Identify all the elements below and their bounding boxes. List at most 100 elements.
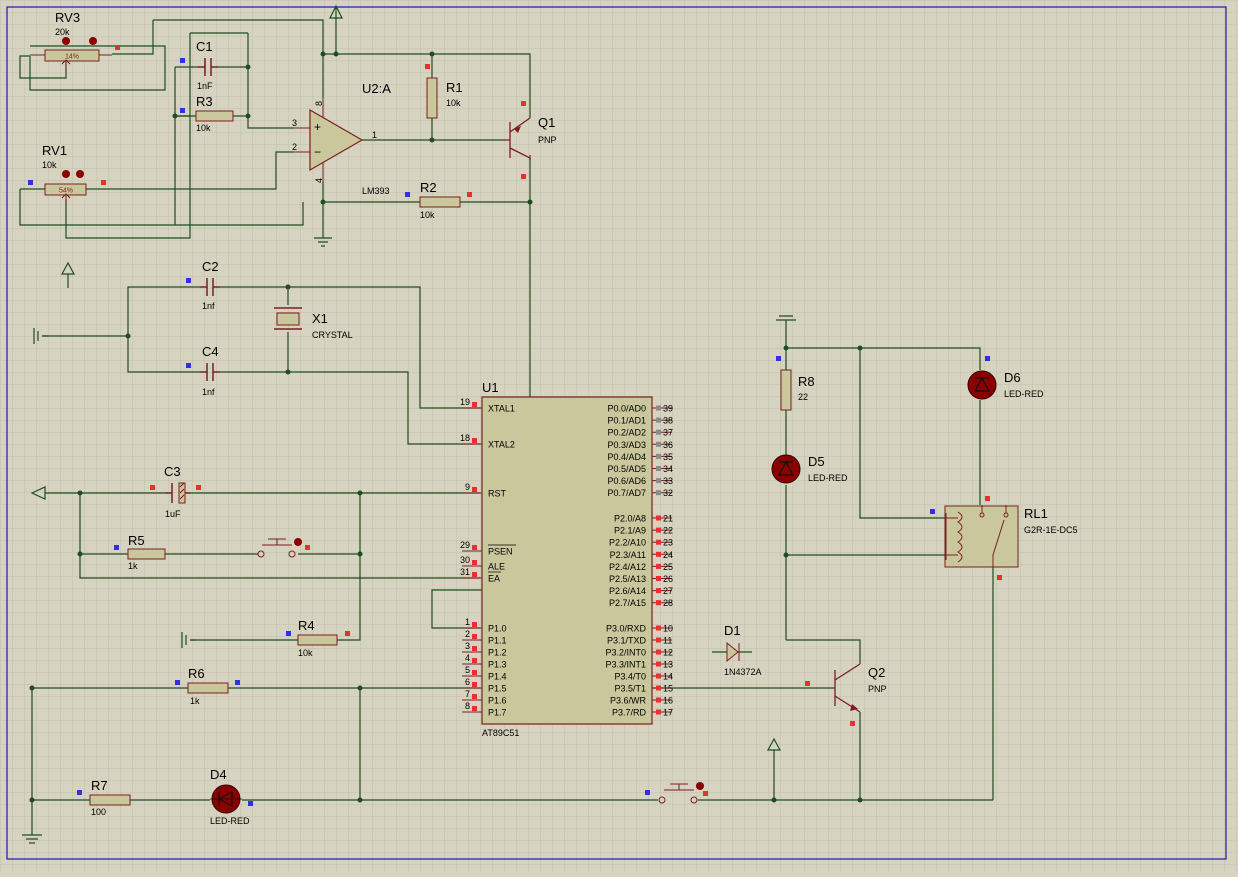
u1-right-pin-number: 26 [663, 574, 673, 584]
u1-left-pin-name: PSEN [488, 547, 513, 557]
u1-right-pin-name: P0.7/AD7 [607, 488, 646, 498]
rv3-value: 20k [55, 27, 70, 37]
u1-right-pin-name: P0.1/AD1 [607, 416, 646, 426]
u1-right-pin-number: 35 [663, 452, 673, 462]
u1-right-pin[interactable]: 34 P0.5/AD5 [607, 464, 673, 474]
u1-right-pin[interactable]: 10 P3.0/RXD [606, 624, 673, 634]
u1-left-pin-number: 29 [460, 540, 470, 550]
u1-right-pin-name: P2.0/A8 [614, 514, 646, 524]
u1-right-pin-name: P3.5/T1 [614, 684, 646, 694]
u1-right-pin-number: 17 [663, 708, 673, 718]
u2a-part: LM393 [362, 186, 390, 196]
u1-left-pin-number: 3 [465, 641, 470, 651]
schematic-canvas[interactable]: 14% RV3 20k C1 1nF R3 10k + − 3 2 1 8 4 … [0, 0, 1238, 872]
rl1-value: G2R-1E-DC5 [1024, 525, 1078, 535]
u2a-pin-plus: 3 [292, 118, 297, 128]
u1-right-pin-number: 14 [663, 672, 673, 682]
q1-type: PNP [538, 135, 557, 145]
u1-left-pin-name: EA [488, 574, 500, 584]
d1-value: 1N4372A [724, 667, 762, 677]
u1-right-pin[interactable]: 26 P2.5/A13 [609, 574, 673, 584]
u1-right-pin-name: P3.7/RD [612, 708, 647, 718]
u1-right-pin-name: P3.1/TXD [607, 636, 647, 646]
u1-right-pin[interactable]: 37 P0.2/AD2 [607, 428, 673, 438]
rv3-percent: 14% [65, 54, 79, 61]
rl1-label: RL1 [1024, 506, 1048, 521]
r2-label: R2 [420, 180, 437, 195]
u1-right-pin[interactable]: 11 P3.1/TXD [607, 636, 672, 646]
u1-right-pin-name: P0.2/AD2 [607, 428, 646, 438]
u1-right-pin-name: P0.0/AD0 [607, 404, 646, 414]
u1-right-pin-number: 34 [663, 464, 673, 474]
u1-microcontroller[interactable]: U1 AT89C51 19XTAL118XTAL29RST29PSEN30ALE… [460, 380, 673, 738]
c3-label: C3 [164, 464, 181, 479]
u1-right-pin[interactable]: 32 P0.7/AD7 [607, 488, 673, 498]
u1-left-pin-number: 1 [465, 617, 470, 627]
u1-right-pin-name: P0.5/AD5 [607, 464, 646, 474]
u1-right-pin[interactable]: 14 P3.4/T0 [614, 672, 673, 682]
u1-right-pin-name: P3.3/INT1 [605, 660, 646, 670]
u1-right-pin[interactable]: 24 P2.3/A11 [610, 550, 673, 560]
u1-right-pin[interactable]: 33 P0.6/AD6 [607, 476, 673, 486]
u1-right-pin[interactable]: 23 P2.2/A10 [609, 538, 673, 548]
u1-right-pin[interactable]: 28 P2.7/A15 [609, 598, 673, 608]
u1-left-pin-name: P1.6 [488, 696, 507, 706]
u1-right-pin-name: P3.0/RXD [606, 624, 647, 634]
u1-right-pin-number: 27 [663, 586, 673, 596]
r7-label: R7 [91, 778, 108, 793]
r5-value: 1k [128, 561, 138, 571]
u1-left-pin-name: P1.7 [488, 708, 507, 718]
u1-right-pin-name: P2.4/A12 [609, 562, 646, 572]
u1-left-pin-number: 18 [460, 433, 470, 443]
u1-right-pin-number: 37 [663, 428, 673, 438]
q2-label: Q2 [868, 665, 885, 680]
u1-right-pin[interactable]: 36 P0.3/AD3 [607, 440, 673, 450]
u2a-pin-vcc: 8 [314, 101, 324, 106]
u1-right-pin[interactable]: 17 P3.7/RD [612, 708, 673, 718]
u1-right-pin-name: P3.4/T0 [614, 672, 646, 682]
u1-left-pin-name: P1.2 [488, 648, 507, 658]
q2-type: PNP [868, 684, 887, 694]
u1-left-pin-number: 7 [465, 689, 470, 699]
u1-right-pin[interactable]: 21 P2.0/A8 [614, 514, 673, 524]
r4-label: R4 [298, 618, 315, 633]
u1-right-pin[interactable]: 35 P0.4/AD4 [607, 452, 673, 462]
r7-value: 100 [91, 807, 106, 817]
r1-value: 10k [446, 98, 461, 108]
svg-text:−: − [314, 145, 321, 159]
u1-right-pin-name: P2.7/A15 [609, 598, 646, 608]
u1-right-pin-name: P2.6/A14 [609, 586, 646, 596]
u1-left-pin-name: XTAL2 [488, 440, 515, 450]
u1-right-pin[interactable]: 27 P2.6/A14 [609, 586, 673, 596]
u1-right-pin[interactable]: 15 P3.5/T1 [614, 684, 673, 694]
u1-right-pin[interactable]: 16 P3.6/WR [610, 696, 673, 706]
u1-left-pin-number: 4 [465, 653, 470, 663]
u1-right-pin-name: P3.2/INT0 [605, 648, 646, 658]
u1-right-pin-number: 32 [663, 488, 673, 498]
c2-label: C2 [202, 259, 219, 274]
u1-right-pin[interactable]: 39 P0.0/AD0 [607, 404, 673, 414]
u1-right-pin-number: 13 [663, 660, 673, 670]
u1-right-pin-number: 21 [663, 514, 673, 524]
u1-part: AT89C51 [482, 728, 519, 738]
u1-right-pin[interactable]: 25 P2.4/A12 [609, 562, 673, 572]
c2-value: 1nf [202, 301, 215, 311]
u1-right-pin-number: 23 [663, 538, 673, 548]
u2a-label: U2:A [362, 81, 391, 96]
r6-label: R6 [188, 666, 205, 681]
u1-right-pin-number: 15 [663, 684, 673, 694]
u1-left-pin-name: P1.0 [488, 624, 507, 634]
u1-right-pin[interactable]: 38 P0.1/AD1 [607, 416, 673, 426]
r5-label: R5 [128, 533, 145, 548]
u1-right-pin[interactable]: 12 P3.2/INT0 [605, 648, 673, 658]
u1-left-pin-name: P1.1 [488, 636, 507, 646]
u1-left-pin-name: P1.5 [488, 684, 507, 694]
d4-label: D4 [210, 767, 227, 782]
rv1-value: 10k [42, 160, 57, 170]
u1-right-pin-name: P3.6/WR [610, 696, 647, 706]
u1-left-pin-number: 19 [460, 397, 470, 407]
r3-label: R3 [196, 94, 213, 109]
u1-right-pin[interactable]: 22 P2.1/A9 [614, 526, 673, 536]
u1-right-pin[interactable]: 13 P3.3/INT1 [605, 660, 673, 670]
u1-right-pin-name: P0.3/AD3 [607, 440, 646, 450]
